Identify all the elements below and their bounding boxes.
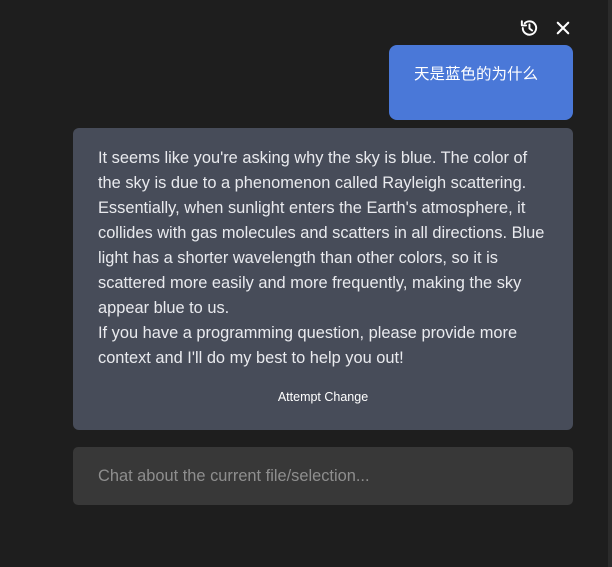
close-icon xyxy=(556,21,570,35)
assistant-message-paragraph: It seems like you're asking why the sky … xyxy=(98,149,545,317)
user-message-text: 天是蓝色的为什么 xyxy=(414,65,539,83)
chat-toolbar xyxy=(517,16,575,40)
panel-edge xyxy=(608,0,612,567)
chat-input[interactable] xyxy=(73,447,573,505)
close-button[interactable] xyxy=(551,16,575,40)
user-message-bubble: 天是蓝色的为什么 xyxy=(389,45,573,120)
history-icon xyxy=(520,20,538,36)
history-button[interactable] xyxy=(517,16,541,40)
attempt-change-button[interactable]: Attempt Change xyxy=(73,390,573,404)
assistant-message-paragraph: If you have a programming question, plea… xyxy=(98,324,518,367)
assistant-message-bubble: It seems like you're asking why the sky … xyxy=(73,128,573,430)
